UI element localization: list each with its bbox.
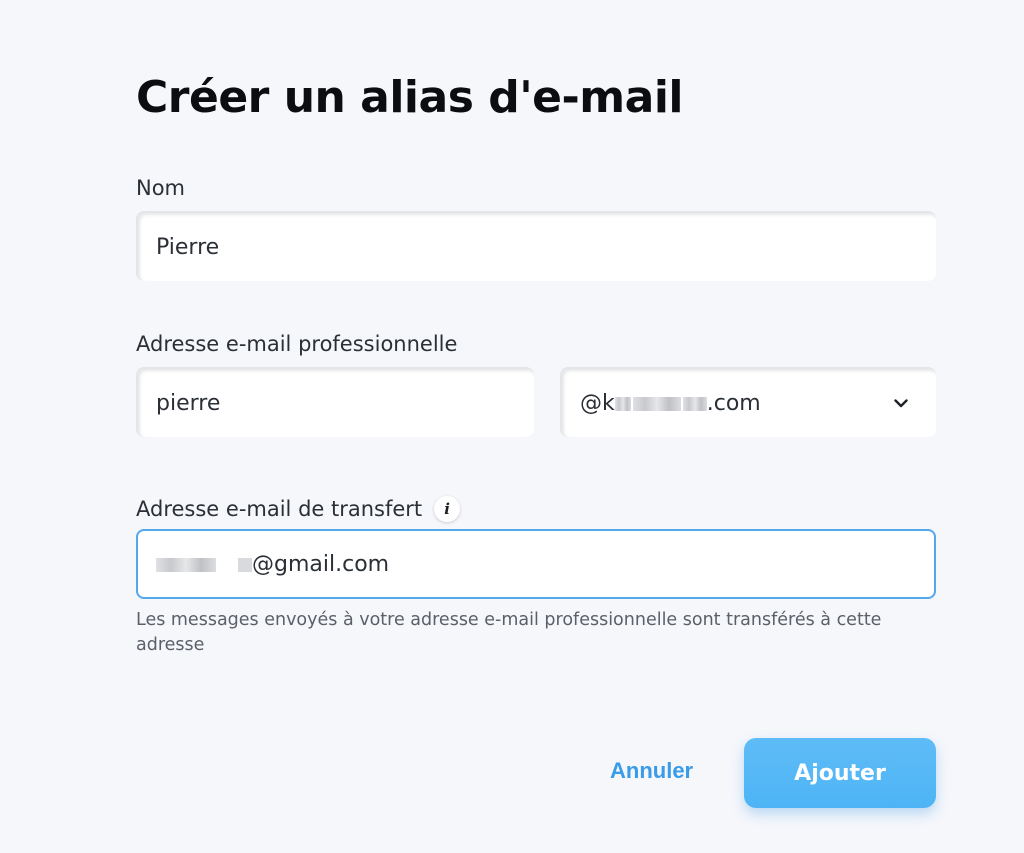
info-icon[interactable]: i bbox=[434, 496, 461, 522]
domain-suffix: .com bbox=[706, 390, 761, 416]
redacted-block bbox=[614, 396, 631, 411]
redacted-block bbox=[156, 557, 216, 572]
name-input-value: Pierre bbox=[156, 234, 220, 260]
cancel-button[interactable]: Annuler bbox=[610, 758, 693, 784]
business-email-local-value: pierre bbox=[156, 390, 221, 416]
redacted-block bbox=[682, 396, 707, 411]
page-title: Créer un alias d'e-mail bbox=[136, 72, 684, 123]
add-button[interactable]: Ajouter bbox=[744, 738, 936, 808]
redacted-block bbox=[238, 557, 252, 572]
forward-email-label-row: Adresse e-mail de transfert i bbox=[136, 496, 461, 522]
forward-email-value: @gmail.com bbox=[156, 552, 389, 577]
business-email-local-input[interactable]: pierre bbox=[136, 367, 534, 437]
domain-prefix: @k bbox=[580, 390, 615, 416]
name-label: Nom bbox=[136, 176, 186, 200]
create-alias-form: Créer un alias d'e-mail Nom Pierre Adres… bbox=[136, 0, 936, 853]
forward-email-help-text: Les messages envoyés à votre adresse e-m… bbox=[136, 610, 882, 655]
redacted-block bbox=[632, 396, 681, 411]
forward-email-domain: @gmail.com bbox=[252, 551, 390, 577]
forward-email-label: Adresse e-mail de transfert bbox=[136, 496, 423, 521]
chevron-down-icon[interactable] bbox=[892, 394, 910, 412]
domain-select[interactable]: @k .com bbox=[560, 367, 936, 437]
name-input[interactable]: Pierre bbox=[136, 211, 936, 281]
business-email-label: Adresse e-mail professionnelle bbox=[136, 332, 458, 356]
forward-email-input[interactable]: @gmail.com bbox=[136, 529, 936, 599]
domain-select-value: @k .com bbox=[580, 391, 761, 416]
